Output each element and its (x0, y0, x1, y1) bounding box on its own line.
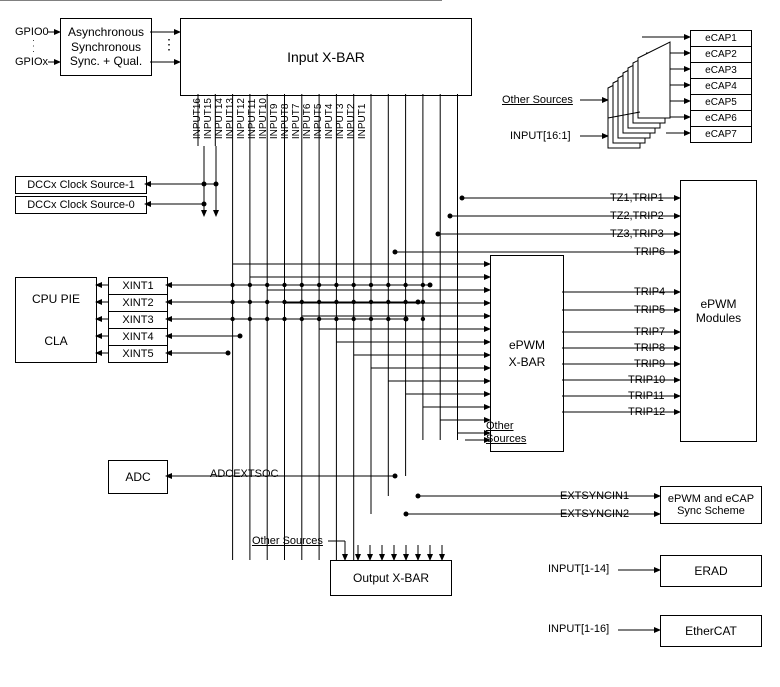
adc-box: ADC (108, 460, 168, 494)
in9: INPUT9 (269, 98, 280, 139)
dccx0-box: DCCx Clock Source-0 (15, 196, 147, 214)
trip11: TRIP11 (628, 390, 664, 402)
extsyncin2: EXTSYNCIN2 (560, 508, 629, 520)
in6: INPUT6 (302, 98, 313, 139)
trip10: TRIP10 (628, 374, 665, 386)
ecap4: eCAP4 (690, 78, 752, 95)
trip7: TRIP7 (634, 326, 665, 338)
in8: INPUT8 (280, 98, 291, 139)
trip12: TRIP12 (628, 406, 665, 418)
trip8: TRIP8 (634, 342, 665, 354)
sync-l3: Sync. + Qual. (70, 54, 142, 68)
input-xbar-box: Input X-BAR (180, 18, 472, 96)
ecap-hi: 127:16 (611, 97, 639, 107)
ecap1: eCAP1 (690, 30, 752, 47)
sync-scheme-box: ePWM and eCAP Sync Scheme (660, 486, 762, 524)
in4: INPUT4 (324, 98, 335, 139)
ecap5: eCAP5 (690, 94, 752, 111)
in1: INPUT1 (357, 98, 368, 139)
in11: INPUT11 (247, 98, 258, 139)
epwm-l1: ePWM (701, 297, 737, 311)
in2: INPUT2 (346, 98, 357, 139)
epwm-l2: Modules (696, 311, 741, 325)
ecap2: eCAP2 (690, 46, 752, 63)
sync-l2: Synchronous (71, 40, 141, 54)
xint5-box: XINT5 (108, 345, 168, 363)
ethercat-sig: INPUT[1-16] (548, 623, 609, 635)
tz2: TZ2,TRIP2 (610, 210, 664, 222)
trip6: TRIP6 (634, 246, 665, 258)
adcextsoc-label: ADCEXTSOC (210, 468, 278, 480)
in12: INPUT12 (236, 98, 247, 139)
in5: INPUT5 (313, 98, 324, 139)
other-sources-out: Other Sources (252, 535, 323, 547)
in3: INPUT3 (335, 98, 346, 139)
cpu-box: CPU PIE CLA (15, 277, 97, 363)
in16: INPUT16 (192, 98, 203, 139)
input-range-label: INPUT[16:1] (510, 130, 571, 142)
trip9: TRIP9 (634, 358, 665, 370)
in14: INPUT14 (214, 98, 225, 139)
diagram-canvas: GPIO0 · · · GPIOx Asynchronous Synchrono… (0, 0, 780, 687)
input-xbar-label: Input X-BAR (287, 49, 365, 65)
sync-box: Asynchronous Synchronous Sync. + Qual. (60, 18, 152, 76)
in10: INPUT10 (258, 98, 269, 139)
dccx1-box: DCCx Clock Source-1 (15, 176, 147, 194)
xint3-box: XINT3 (108, 311, 168, 329)
trip4: TRIP4 (634, 286, 665, 298)
in13: INPUT13 (225, 98, 236, 139)
in15: INPUT15 (203, 98, 214, 139)
other-sources-epwm: OtherSources (486, 420, 526, 446)
output-xbar-box: Output X-BAR (330, 560, 452, 596)
gpio0-label: GPIO0 (15, 26, 49, 38)
xint2-box: XINT2 (108, 294, 168, 312)
sync-l1: Asynchronous (68, 25, 144, 39)
ecap7: eCAP7 (690, 126, 752, 143)
gpio-dots: · · · (29, 39, 39, 53)
extsyncin1: EXTSYNCIN1 (560, 490, 629, 502)
other-sources-ecap: Other Sources (502, 94, 573, 106)
input-labels: INPUT16 INPUT15 INPUT14 INPUT13 INPUT12 … (192, 98, 368, 139)
cpu-l1: CPU PIE (32, 292, 80, 306)
xint1-box: XINT1 (108, 277, 168, 295)
trip5: TRIP5 (634, 304, 665, 316)
cpu-l2: CLA (44, 334, 67, 348)
svg-text:⋮: ⋮ (162, 36, 176, 52)
xint4-box: XINT4 (108, 328, 168, 346)
ecap-lo: 15:0 (611, 133, 629, 143)
tz3: TZ3,TRIP3 (610, 228, 664, 240)
gpiox-label: GPIOx (15, 56, 48, 68)
epwm-modules-box: ePWM Modules (680, 180, 757, 442)
ecap3: eCAP3 (690, 62, 752, 79)
tz1: TZ1,TRIP1 (610, 192, 664, 204)
ecap6: eCAP6 (690, 110, 752, 127)
ethercat-box: EtherCAT (660, 615, 762, 647)
erad-box: ERAD (660, 555, 762, 587)
in7: INPUT7 (291, 98, 302, 139)
erad-sig: INPUT[1-14] (548, 563, 609, 575)
